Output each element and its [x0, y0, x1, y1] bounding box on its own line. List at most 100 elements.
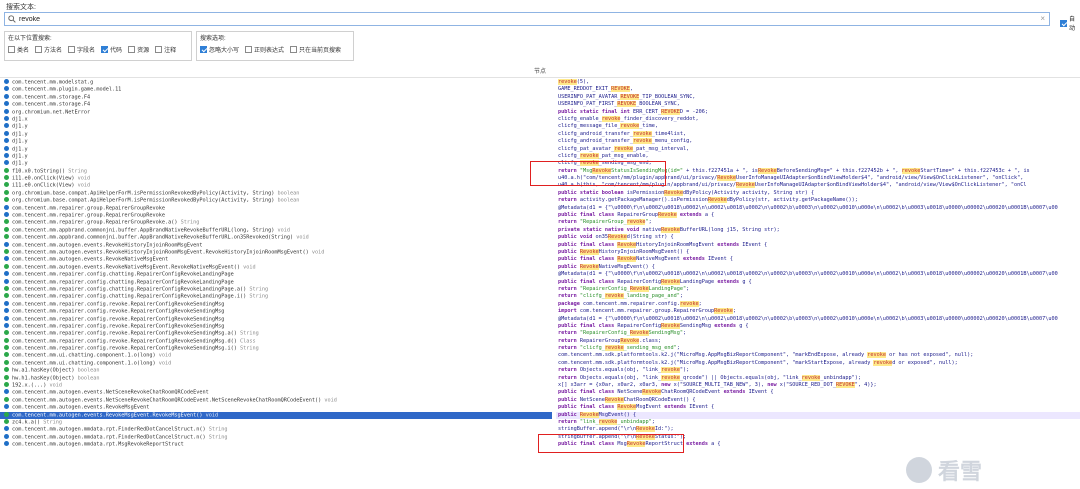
- checkbox[interactable]: [101, 46, 109, 53]
- code-line[interactable]: public final class RevokeMsgEvent extend…: [556, 404, 1080, 411]
- search-options-option[interactable]: 正则表达式: [245, 45, 284, 54]
- search-in-option[interactable]: 字段名: [68, 45, 95, 54]
- code-line[interactable]: public final class RepairerGroupRevoke e…: [556, 212, 1080, 219]
- checkbox[interactable]: [155, 46, 163, 53]
- result-node-row[interactable]: dj1.y: [0, 138, 552, 145]
- code-line[interactable]: public NetSceneRevokeChatRoomQRCodeEvent…: [556, 396, 1080, 404]
- result-node-row[interactable]: i11.e0.onClick(View) void: [0, 175, 552, 182]
- search-in-option[interactable]: 方法名: [35, 45, 62, 54]
- result-node-row[interactable]: com.tencent.mm.repairer.config.chatting.…: [0, 278, 552, 286]
- result-node-row[interactable]: com.tencent.mm.storage.F4: [0, 93, 552, 101]
- checkbox[interactable]: [200, 46, 207, 53]
- code-line[interactable]: return "link_revoke_unbindapp";: [556, 418, 1080, 426]
- code-line[interactable]: public final class RevokeNativeMsgEvent …: [556, 256, 1080, 263]
- code-line[interactable]: public RevokeNativeMsgEvent() {: [556, 263, 1080, 271]
- result-node-row[interactable]: com.tencent.mm.autogen.events.RevokeNati…: [0, 256, 552, 263]
- result-node-row[interactable]: com.tencent.mm.plugin.game.model.11: [0, 86, 552, 93]
- result-node-row[interactable]: dj1.y: [0, 130, 552, 138]
- code-line[interactable]: return RepairerGroupRevoke.class;: [556, 337, 1080, 345]
- result-node-row[interactable]: dj1.y: [0, 123, 552, 130]
- result-node-row[interactable]: com.tencent.mm.storage.F4: [0, 101, 552, 108]
- code-line[interactable]: return activity.getPackageManager().isPe…: [556, 197, 1080, 204]
- result-node-row[interactable]: dj1.x: [0, 115, 552, 123]
- result-node-row[interactable]: com.tencent.mm.autogen.events.NetSceneRe…: [0, 389, 552, 396]
- code-line[interactable]: clicfg_android_transfer_revoke_menu_conf…: [556, 138, 1080, 145]
- code-line[interactable]: GAME_REDDOT_EXIT_REVOKE,: [556, 86, 1080, 93]
- code-line[interactable]: package com.tencent.mm.repairer.config.r…: [556, 300, 1080, 308]
- search-options-option[interactable]: 忽略大小写: [200, 45, 239, 54]
- result-node-row[interactable]: com.tencent.mm.autogen.events.RevokeNati…: [0, 263, 552, 271]
- checkbox[interactable]: [8, 46, 15, 53]
- code-line[interactable]: import com.tencent.mm.repairer.group.Rep…: [556, 308, 1080, 315]
- result-node-row[interactable]: org.chromium.base.compat.ApiHelperForM.i…: [0, 197, 552, 204]
- code-line[interactable]: return "RepairerConfig_RevokeSendingMsg"…: [556, 330, 1080, 337]
- search-input[interactable]: [19, 14, 1019, 25]
- result-node-row[interactable]: com.tencent.mm.repairer.config.revoke.Re…: [0, 337, 552, 345]
- search-options-option[interactable]: 只在当前页搜索: [290, 45, 341, 54]
- code-line[interactable]: return "clicfg_revoke_sending_msg_end";: [556, 345, 1080, 352]
- code-line[interactable]: public void on35Revoked(String str) {: [556, 234, 1080, 241]
- result-node-row[interactable]: f10.x0.toString() String: [0, 167, 552, 175]
- result-node-row[interactable]: com.tencent.mm.repairer.config.revoke.Re…: [0, 315, 552, 323]
- code-line[interactable]: clicfg_android_transfer_revoke_time4list…: [556, 130, 1080, 138]
- code-line[interactable]: USERINFO_PAT_FIRST_REVOKE_BOOLEAN_SYNC,: [556, 101, 1080, 108]
- result-node-row[interactable]: hw.h1.hasKey(Object) boolean: [0, 374, 552, 382]
- code-line[interactable]: public final class RepairerConfigRevokeS…: [556, 322, 1080, 330]
- code-line[interactable]: public final class RevokeHistoryInjoinRo…: [556, 241, 1080, 249]
- result-node-row[interactable]: com.tencent.mm.repairer.config.revoke.Re…: [0, 308, 552, 315]
- search-in-option[interactable]: 类名: [8, 45, 29, 54]
- result-node-row[interactable]: com.tencent.mm.autogen.events.NetSceneRe…: [0, 396, 552, 404]
- result-node-row[interactable]: com.tencent.mm.autogen.events.RevokeMsgE…: [0, 411, 552, 419]
- checkbox[interactable]: [128, 46, 136, 53]
- code-line[interactable]: public final class NetSceneRevokeChatRoo…: [556, 389, 1080, 396]
- code-line[interactable]: public static final int ERR_CERT_REVOKED…: [556, 108, 1080, 116]
- result-node-row[interactable]: dj1.y: [0, 152, 552, 160]
- code-line[interactable]: clicfg_revoke_pat_msg_enable,: [556, 152, 1080, 160]
- code-line[interactable]: clicfg_message_file_revoke_time,: [556, 123, 1080, 130]
- code-line[interactable]: public static boolean isPermissionRevoke…: [556, 189, 1080, 197]
- result-node-row[interactable]: com.tencent.mm.repairer.config.revoke.Re…: [0, 322, 552, 330]
- checkbox[interactable]: [68, 46, 76, 53]
- code-line[interactable]: @Metadata(d1 = {"\u0000\f\n\u0002\u0018\…: [556, 271, 1080, 278]
- code-line[interactable]: @Metadata(d1 = {"\u0000\f\n\u0002\u0018\…: [556, 316, 1080, 323]
- code-line[interactable]: return "RepairerGroup_revoke";: [556, 219, 1080, 226]
- auto-checkbox[interactable]: [1060, 19, 1067, 27]
- code-line[interactable]: stringBuffer.append("\r\nRevokeId:");: [556, 426, 1080, 433]
- result-node-row[interactable]: com.tencent.mm.repairer.config.chatting.…: [0, 285, 552, 293]
- result-node-row[interactable]: com.tencent.mm.ui.chatting.component.1.o…: [0, 359, 552, 367]
- code-line[interactable]: com.tencent.mm.sdk.platformtools.k2.j("M…: [556, 352, 1080, 359]
- result-node-row[interactable]: com.tencent.mm.repairer.config.revoke.Re…: [0, 330, 552, 337]
- result-node-row[interactable]: com.tencent.mm.ui.chatting.component.1.o…: [0, 352, 552, 359]
- result-node-row[interactable]: zc4.k.a() String: [0, 418, 552, 426]
- search-in-option[interactable]: 注释: [155, 45, 176, 54]
- result-node-row[interactable]: com.tencent.mm.repairer.config.revoke.Re…: [0, 345, 552, 352]
- result-code-list[interactable]: revoke(5), GAME_REDDOT_EXIT_REVOKE, USERIN…: [556, 79, 1080, 489]
- result-node-row[interactable]: hw.a1.hasKey(Object) boolean: [0, 367, 552, 374]
- code-line[interactable]: revoke(5),: [556, 79, 1080, 86]
- result-node-row[interactable]: com.tencent.mm.repairer.config.revoke.Re…: [0, 300, 552, 308]
- result-node-row[interactable]: com.tencent.mm.autogen.events.RevokeMsgE…: [0, 404, 552, 411]
- result-node-row[interactable]: com.tencent.mm.repairer.group.RepairerGr…: [0, 212, 552, 219]
- code-line[interactable]: private static native void nativeRevokeB…: [556, 226, 1080, 234]
- result-node-row[interactable]: com.tencent.mm.appbrand.commonjni.buffer…: [0, 226, 552, 234]
- checkbox[interactable]: [35, 46, 43, 53]
- code-line[interactable]: USERINFO_PAT_AVATAR_REVOKE_TIP_BOOLEAN_S…: [556, 93, 1080, 101]
- code-line[interactable]: public RevokeMsgEvent() {: [556, 411, 1080, 419]
- clear-icon[interactable]: ×: [1040, 14, 1045, 23]
- result-node-row[interactable]: dj1.y: [0, 145, 552, 153]
- code-line[interactable]: return "RepairerConfig_RevokeLandingPage…: [556, 285, 1080, 293]
- code-line[interactable]: return Objects.equals(obj, "link_revoke_…: [556, 374, 1080, 382]
- result-node-row[interactable]: dj1.y: [0, 160, 552, 167]
- result-node-row[interactable]: org.chromium.net.NetError: [0, 108, 552, 116]
- result-node-row[interactable]: com.tencent.mm.appbrand.commonjni.buffer…: [0, 234, 552, 241]
- result-node-row[interactable]: org.chromium.base.compat.ApiHelperForM.i…: [0, 189, 552, 197]
- code-line[interactable]: public final class RepairerConfigRevokeL…: [556, 278, 1080, 286]
- search-input-box[interactable]: ×: [4, 12, 1050, 26]
- checkbox[interactable]: [290, 46, 298, 53]
- result-node-row[interactable]: com.tencent.mm.autogen.events.RevokeHist…: [0, 241, 552, 249]
- result-node-row[interactable]: i11.e0.onClick(View) void: [0, 182, 552, 189]
- code-line[interactable]: clicfg_pat_avatar_revoke_pat_msg_interva…: [556, 145, 1080, 153]
- result-node-row[interactable]: com.tencent.mm.repairer.group.RepairerGr…: [0, 204, 552, 212]
- result-node-row[interactable]: com.tencent.mm.repairer.config.chatting.…: [0, 271, 552, 278]
- result-node-list[interactable]: com.tencent.mm.modelstat.g com.tencent.mm…: [0, 79, 552, 489]
